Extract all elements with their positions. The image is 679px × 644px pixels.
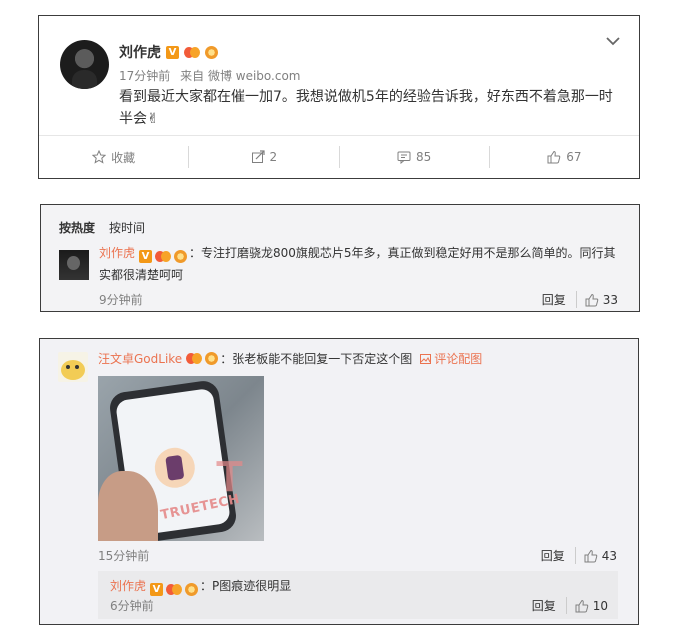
post-source[interactable]: 微博 weibo.com bbox=[208, 69, 301, 83]
comment-text: ：张老板能不能回复一下否定这个图 bbox=[220, 352, 413, 366]
reply-time: 6分钟前 bbox=[110, 599, 154, 613]
verified-badge-icon[interactable]: V bbox=[166, 45, 179, 59]
thumbs-up-icon bbox=[584, 549, 597, 562]
favorite-label: 收藏 bbox=[111, 150, 136, 165]
repost-icon bbox=[251, 150, 265, 163]
reply-text: ：P图痕迹很明显 bbox=[200, 579, 292, 593]
comment-text-block: 刘作虎 V ：专注打磨骁龙800旗舰芯片5年多，真正做到稳定好用不是那么简单的。同行… bbox=[99, 242, 624, 286]
post-action-bar: 收藏 2 85 67 bbox=[39, 135, 639, 178]
comment-thread-panel: 汪文卓GodLike ：张老板能不能回复一下否定这个图 评论配图 TRUETECH … bbox=[39, 338, 639, 625]
comment-sort-tabs: 按热度 按时间 bbox=[59, 219, 145, 236]
vip-badge-icon[interactable] bbox=[184, 46, 200, 59]
comment-text-block: 汪文卓GodLike ：张老板能不能回复一下否定这个图 评论配图 bbox=[98, 349, 482, 369]
medal-badge-icon[interactable] bbox=[174, 250, 188, 263]
comment-author[interactable]: 刘作虎 bbox=[99, 246, 135, 260]
hand-in-photo bbox=[98, 471, 158, 541]
chevron-down-icon[interactable] bbox=[605, 36, 621, 46]
like-button[interactable]: 67 bbox=[488, 146, 639, 168]
tab-sort-time[interactable]: 按时间 bbox=[109, 219, 145, 236]
comment-like-button[interactable]: 43 bbox=[576, 549, 617, 563]
favorite-button[interactable]: 收藏 bbox=[39, 146, 188, 168]
medal-badge-icon[interactable] bbox=[205, 352, 219, 365]
comment-photo[interactable]: TRUETECH T bbox=[98, 376, 264, 541]
author-row: 刘作虎 V bbox=[119, 42, 218, 62]
comment-button[interactable]: 85 bbox=[338, 146, 489, 168]
comment-picture-link[interactable]: 评论配图 bbox=[420, 352, 482, 366]
star-icon bbox=[92, 150, 107, 164]
comments-panel: 按热度 按时间 刘作虎 V ：专注打磨骁龙800旗舰芯片5年多，真正做到稳定好用不是… bbox=[40, 204, 640, 312]
post-time[interactable]: 17分钟前 bbox=[119, 69, 170, 83]
like-count: 67 bbox=[566, 150, 582, 164]
vip-badge-icon[interactable] bbox=[155, 250, 172, 263]
medal-badge-icon[interactable] bbox=[185, 583, 199, 596]
reply-author-badges: V bbox=[150, 583, 199, 596]
author-name[interactable]: 刘作虎 bbox=[119, 42, 161, 62]
comment-author[interactable]: 汪文卓GodLike bbox=[98, 352, 182, 366]
comment-count: 85 bbox=[415, 150, 432, 164]
watermark-logo-icon: T bbox=[216, 452, 243, 501]
comment-author-badges: V bbox=[139, 250, 188, 263]
reply-button[interactable]: 回复 bbox=[541, 547, 576, 564]
nested-reply: 刘作虎 V ：P图痕迹很明显 6分钟前 回复 10 bbox=[98, 571, 618, 619]
medal-badge-icon[interactable] bbox=[205, 45, 218, 59]
vip-badge-icon[interactable] bbox=[186, 352, 203, 365]
weibo-post-card: 刘作虎 V 17分钟前 来自 微博 weibo.com 看到最近大家都在催一加7… bbox=[38, 15, 640, 179]
reply-text-block: 刘作虎 V ：P图痕迹很明显 bbox=[110, 575, 291, 597]
reply-like-count: 10 bbox=[592, 598, 608, 613]
comment-icon bbox=[397, 151, 411, 164]
comment-like-count: 33 bbox=[602, 292, 618, 307]
thumbs-up-icon bbox=[575, 599, 588, 612]
commenter-avatar[interactable] bbox=[58, 352, 88, 382]
post-body: 看到最近大家都在催一加7。我想说做机5年的经验告诉我，好东西不着急那一时半会 bbox=[119, 89, 613, 127]
reply-actions: 回复 10 bbox=[532, 597, 608, 614]
post-text: 看到最近大家都在催一加7。我想说做机5年的经验告诉我，好东西不着急那一时半会✌ bbox=[119, 86, 624, 130]
verified-badge-icon[interactable]: V bbox=[150, 583, 164, 596]
screen-illustration bbox=[152, 445, 198, 491]
comment-like-count: 43 bbox=[601, 548, 617, 563]
reply-author[interactable]: 刘作虎 bbox=[110, 579, 146, 593]
post-meta: 17分钟前 来自 微博 weibo.com bbox=[119, 67, 301, 84]
comment-picture-label: 评论配图 bbox=[434, 352, 483, 366]
reply-button[interactable]: 回复 bbox=[542, 291, 577, 308]
vip-badge-icon[interactable] bbox=[166, 583, 183, 596]
comment-author-badges bbox=[186, 352, 219, 365]
verified-badge-icon[interactable]: V bbox=[139, 250, 153, 263]
comment-time: 15分钟前 bbox=[98, 549, 150, 563]
comment-actions: 回复 43 bbox=[541, 547, 617, 564]
picture-icon bbox=[420, 354, 432, 364]
thumbs-up-icon bbox=[547, 150, 561, 164]
comment-time: 9分钟前 bbox=[99, 293, 143, 307]
comment-actions: 回复 33 bbox=[542, 291, 618, 308]
peace-emoji-icon: ✌ bbox=[147, 111, 159, 127]
thumbs-up-icon bbox=[585, 293, 598, 306]
commenter-avatar[interactable] bbox=[59, 250, 89, 280]
reply-like-button[interactable]: 10 bbox=[567, 599, 608, 613]
tab-sort-hot[interactable]: 按热度 bbox=[59, 219, 95, 236]
post-source-prefix: 来自 bbox=[180, 69, 205, 83]
repost-count: 2 bbox=[269, 150, 278, 164]
repost-button[interactable]: 2 bbox=[188, 146, 338, 168]
reply-button[interactable]: 回复 bbox=[532, 597, 567, 614]
comment-like-button[interactable]: 33 bbox=[577, 293, 618, 307]
author-avatar[interactable] bbox=[60, 40, 109, 89]
